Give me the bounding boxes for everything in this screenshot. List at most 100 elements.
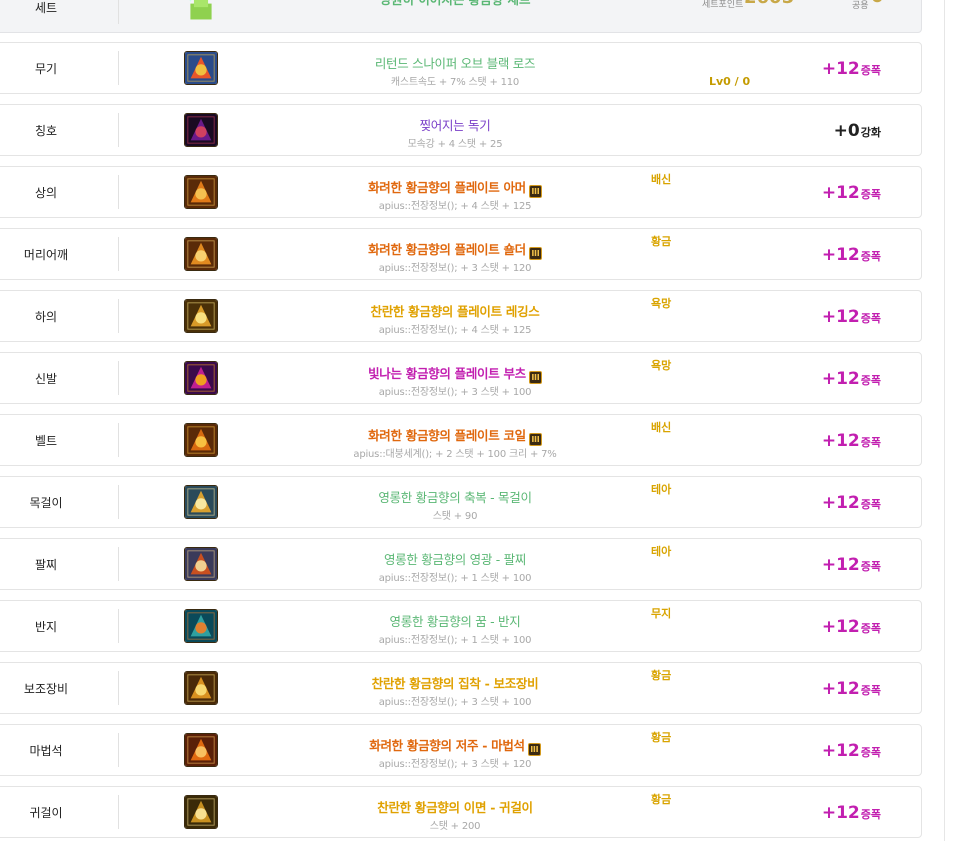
set-name[interactable]: 영원히 이어지는 황금향 세트 (295, 0, 615, 8)
set-icon (184, 0, 218, 23)
item-name[interactable]: 영롱한 황금향의 영광 - 팔찌 (295, 549, 615, 568)
equipment-row[interactable]: 신발 빛나는 황금향의 플레이트 부츠 III apius::전장정보(); + 3 … (0, 352, 922, 404)
upgrade-unit: 강화 (860, 126, 881, 139)
divider (118, 299, 119, 333)
share-value: 0 (871, 0, 884, 7)
item-stat: apius::전장정보(); + 4 스탯 + 125 (378, 325, 532, 336)
share-label: 공용 (852, 1, 869, 11)
slot-label: 세트 (34, 1, 58, 15)
level-label: Lv0 / 0 (709, 75, 751, 88)
potential-label: 황금 (651, 731, 672, 744)
upgrade-value: +12증폭 (822, 183, 881, 203)
item-stat: 캐스트속도 + 7% 스탯 + 110 (390, 77, 520, 88)
item-stat: 모속강 + 4 스탯 + 25 (407, 139, 503, 150)
upgrade-unit: 증폭 (860, 188, 881, 201)
bracelet-icon[interactable] (184, 547, 218, 581)
upgrade-number: +12 (821, 369, 860, 389)
upgrade-value: +12증폭 (822, 741, 881, 761)
item-name[interactable]: 영롱한 황금향의 축복 - 목걸이 (295, 487, 615, 506)
item-name[interactable]: 화려한 황금향의 플레이트 코일 III (295, 425, 615, 446)
item-name[interactable]: 찬란한 황금향의 집착 - 보조장비 (295, 673, 615, 692)
item-stat: apius::전장정보(); + 3 스탯 + 120 (378, 759, 532, 770)
set-point-label: 세트포인트 (702, 0, 744, 10)
equipment-row[interactable]: 보조장비 찬란한 황금향의 집착 - 보조장비 apius::전장정보(); + 3… (0, 662, 922, 714)
divider (118, 671, 119, 705)
equipment-row[interactable]: 마법석 화려한 황금향의 저주 - 마법석 III apius::전장정보(); + … (0, 724, 922, 776)
upgrade-number: +12 (821, 245, 860, 265)
upgrade-value: +12증폭 (822, 431, 881, 451)
magic-stone-icon[interactable] (184, 733, 218, 767)
equipment-row[interactable]: 반지 영롱한 황금향의 꿈 - 반지 apius::전장정보(); + 1 스탯 +… (0, 600, 922, 652)
item-name-text: 찬란한 황금향의 플레이트 레깅스 (370, 304, 540, 319)
equipment-row[interactable]: 목걸이 영롱한 황금향의 축복 - 목걸이스탯 + 90 테아 +12증폭 (0, 476, 922, 528)
equipment-row[interactable]: 귀걸이 찬란한 황금향의 이면 - 귀걸이 스탯 + 200 황금 +12증폭 (0, 786, 922, 838)
divider (118, 361, 119, 395)
item-name-text: 화려한 황금향의 플레이트 숄더 (368, 242, 526, 257)
shoulder-icon[interactable] (184, 237, 218, 271)
slot-label: 하의 (34, 309, 58, 324)
item-name[interactable]: 찬란한 황금향의 이면 - 귀걸이 (295, 797, 615, 816)
equipment-panel: 세트 영원히 이어지는 황금향 세트 세트포인트 2605 공용 0 무기 리턴드… (0, 0, 924, 841)
item-name-text: 빛나는 황금향의 플레이트 부츠 (368, 366, 526, 381)
equipment-row[interactable]: 팔찌 영롱한 황금향의 영광 - 팔찌 apius::전장정보(); + 1 스탯 … (0, 538, 922, 590)
equipment-row[interactable]: 머리어깨 화려한 황금향의 플레이트 숄더 III apius::전장정보(); + … (0, 228, 922, 280)
item-name[interactable]: 화려한 황금향의 플레이트 숄더 III (295, 239, 615, 260)
item-name-text: 영롱한 황금향의 영광 - 팔찌 (383, 552, 527, 567)
upgrade-value: +12증폭 (822, 59, 881, 79)
item-stat: apius::전장정보(); + 1 스탯 + 100 (378, 635, 532, 646)
item-stat: 스탯 + 90 (432, 511, 478, 522)
support-icon[interactable] (184, 671, 218, 705)
item-stat: apius::전장정보(); + 3 스탯 + 100 (378, 387, 532, 398)
leggings-icon[interactable] (184, 299, 218, 333)
upgrade-value: +12증폭 (822, 803, 881, 823)
item-name[interactable]: 화려한 황금향의 플레이트 아머 III (295, 177, 615, 198)
slot-label: 무기 (34, 61, 58, 76)
title-icon[interactable] (184, 113, 218, 147)
weapon-icon[interactable] (184, 51, 218, 85)
upgrade-number: +12 (821, 307, 860, 327)
upgrade-value: +12증폭 (822, 493, 881, 513)
item-name[interactable]: 화려한 황금향의 저주 - 마법석 III (295, 735, 615, 756)
set-row[interactable]: 세트 영원히 이어지는 황금향 세트 세트포인트 2605 공용 0 (0, 0, 922, 33)
upgrade-value: +12증폭 (822, 245, 881, 265)
ring-icon[interactable] (184, 609, 218, 643)
necklace-icon[interactable] (184, 485, 218, 519)
potential-label: 배신 (651, 421, 672, 434)
item-stat: apius::대붕세계(); + 2 스탯 + 100 크리 + 7% (353, 449, 557, 460)
upgrade-number: +12 (821, 555, 860, 575)
item-name[interactable]: 찬란한 황금향의 플레이트 레깅스 (295, 301, 615, 320)
upgrade-value: +12증폭 (822, 555, 881, 575)
potential-label: 욕망 (651, 359, 672, 372)
slot-label: 상의 (34, 185, 58, 200)
item-name-text: 화려한 황금향의 플레이트 코일 (368, 428, 526, 443)
divider (118, 0, 119, 24)
equipment-row[interactable]: 무기 리턴드 스나이퍼 오브 블랙 로즈캐스트속도 + 7% 스탯 + 110 Lv… (0, 42, 922, 94)
divider (118, 609, 119, 643)
upgrade-number: +12 (821, 183, 860, 203)
top-armor-icon[interactable] (184, 175, 218, 209)
upgrade-value: +0강화 (834, 121, 881, 141)
boots-icon[interactable] (184, 361, 218, 395)
item-name[interactable]: 영롱한 황금향의 꿈 - 반지 (295, 611, 615, 630)
item-name-text: 영롱한 황금향의 축복 - 목걸이 (378, 490, 532, 505)
equipment-row[interactable]: 상의 화려한 황금향의 플레이트 아머 III apius::전장정보(); + 4 … (0, 166, 922, 218)
potential-label: 무지 (651, 607, 672, 620)
equipment-row[interactable]: 벨트 화려한 황금향의 플레이트 코일 III apius::대붕세계(); + 2 … (0, 414, 922, 466)
upgrade-unit: 증폭 (860, 312, 881, 325)
divider (118, 175, 119, 209)
divider (118, 485, 119, 519)
item-name-text: 찢어지는 독기 (419, 118, 491, 133)
belt-icon[interactable] (184, 423, 218, 457)
earring-icon[interactable] (184, 795, 218, 829)
item-stat: apius::전장정보(); + 1 스탯 + 100 (378, 573, 532, 584)
item-stat: 스탯 + 200 (429, 821, 481, 832)
potential-label: 테아 (651, 483, 672, 496)
slot-label: 목걸이 (29, 495, 63, 510)
potential-label: 황금 (651, 235, 672, 248)
scrollbar-track[interactable] (944, 0, 945, 841)
equipment-row[interactable]: 칭호 찢어지는 독기 모속강 + 4 스탯 + 25 +0강화 (0, 104, 922, 156)
item-name[interactable]: 리턴드 스나이퍼 오브 블랙 로즈 (295, 53, 615, 72)
item-name[interactable]: 빛나는 황금향의 플레이트 부츠 III (295, 363, 615, 384)
equipment-row[interactable]: 하의 찬란한 황금향의 플레이트 레깅스apius::전장정보(); + 4 스탯… (0, 290, 922, 342)
item-name[interactable]: 찢어지는 독기 (295, 115, 615, 134)
